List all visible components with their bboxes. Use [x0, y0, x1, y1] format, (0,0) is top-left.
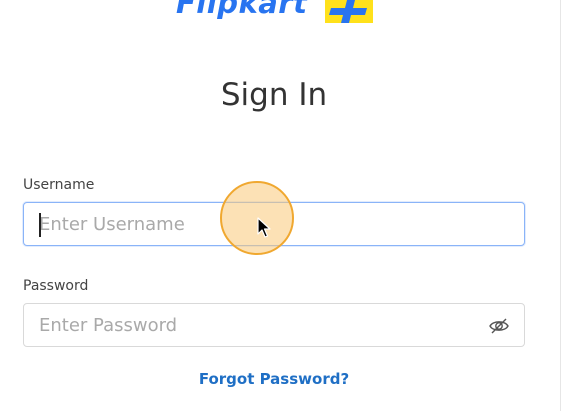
text-caret	[39, 213, 41, 237]
brand-plus-badge-icon	[325, 0, 374, 23]
username-field[interactable]	[23, 202, 525, 246]
brand-logo[interactable]: Flipkart	[176, 0, 374, 24]
password-input[interactable]	[24, 304, 524, 346]
sign-in-page: Flipkart Sign In Username Password Forgo…	[0, 0, 562, 411]
username-label: Username	[23, 177, 95, 193]
username-input[interactable]	[24, 203, 524, 245]
password-field[interactable]	[23, 303, 525, 347]
page-title: Sign In	[220, 77, 328, 113]
forgot-password-link[interactable]: Forgot Password?	[0, 369, 548, 389]
eye-slash-icon[interactable]	[488, 315, 510, 337]
brand-logo-text: Flipkart	[176, 0, 308, 20]
password-label: Password	[23, 278, 89, 294]
panel-divider	[560, 0, 561, 411]
